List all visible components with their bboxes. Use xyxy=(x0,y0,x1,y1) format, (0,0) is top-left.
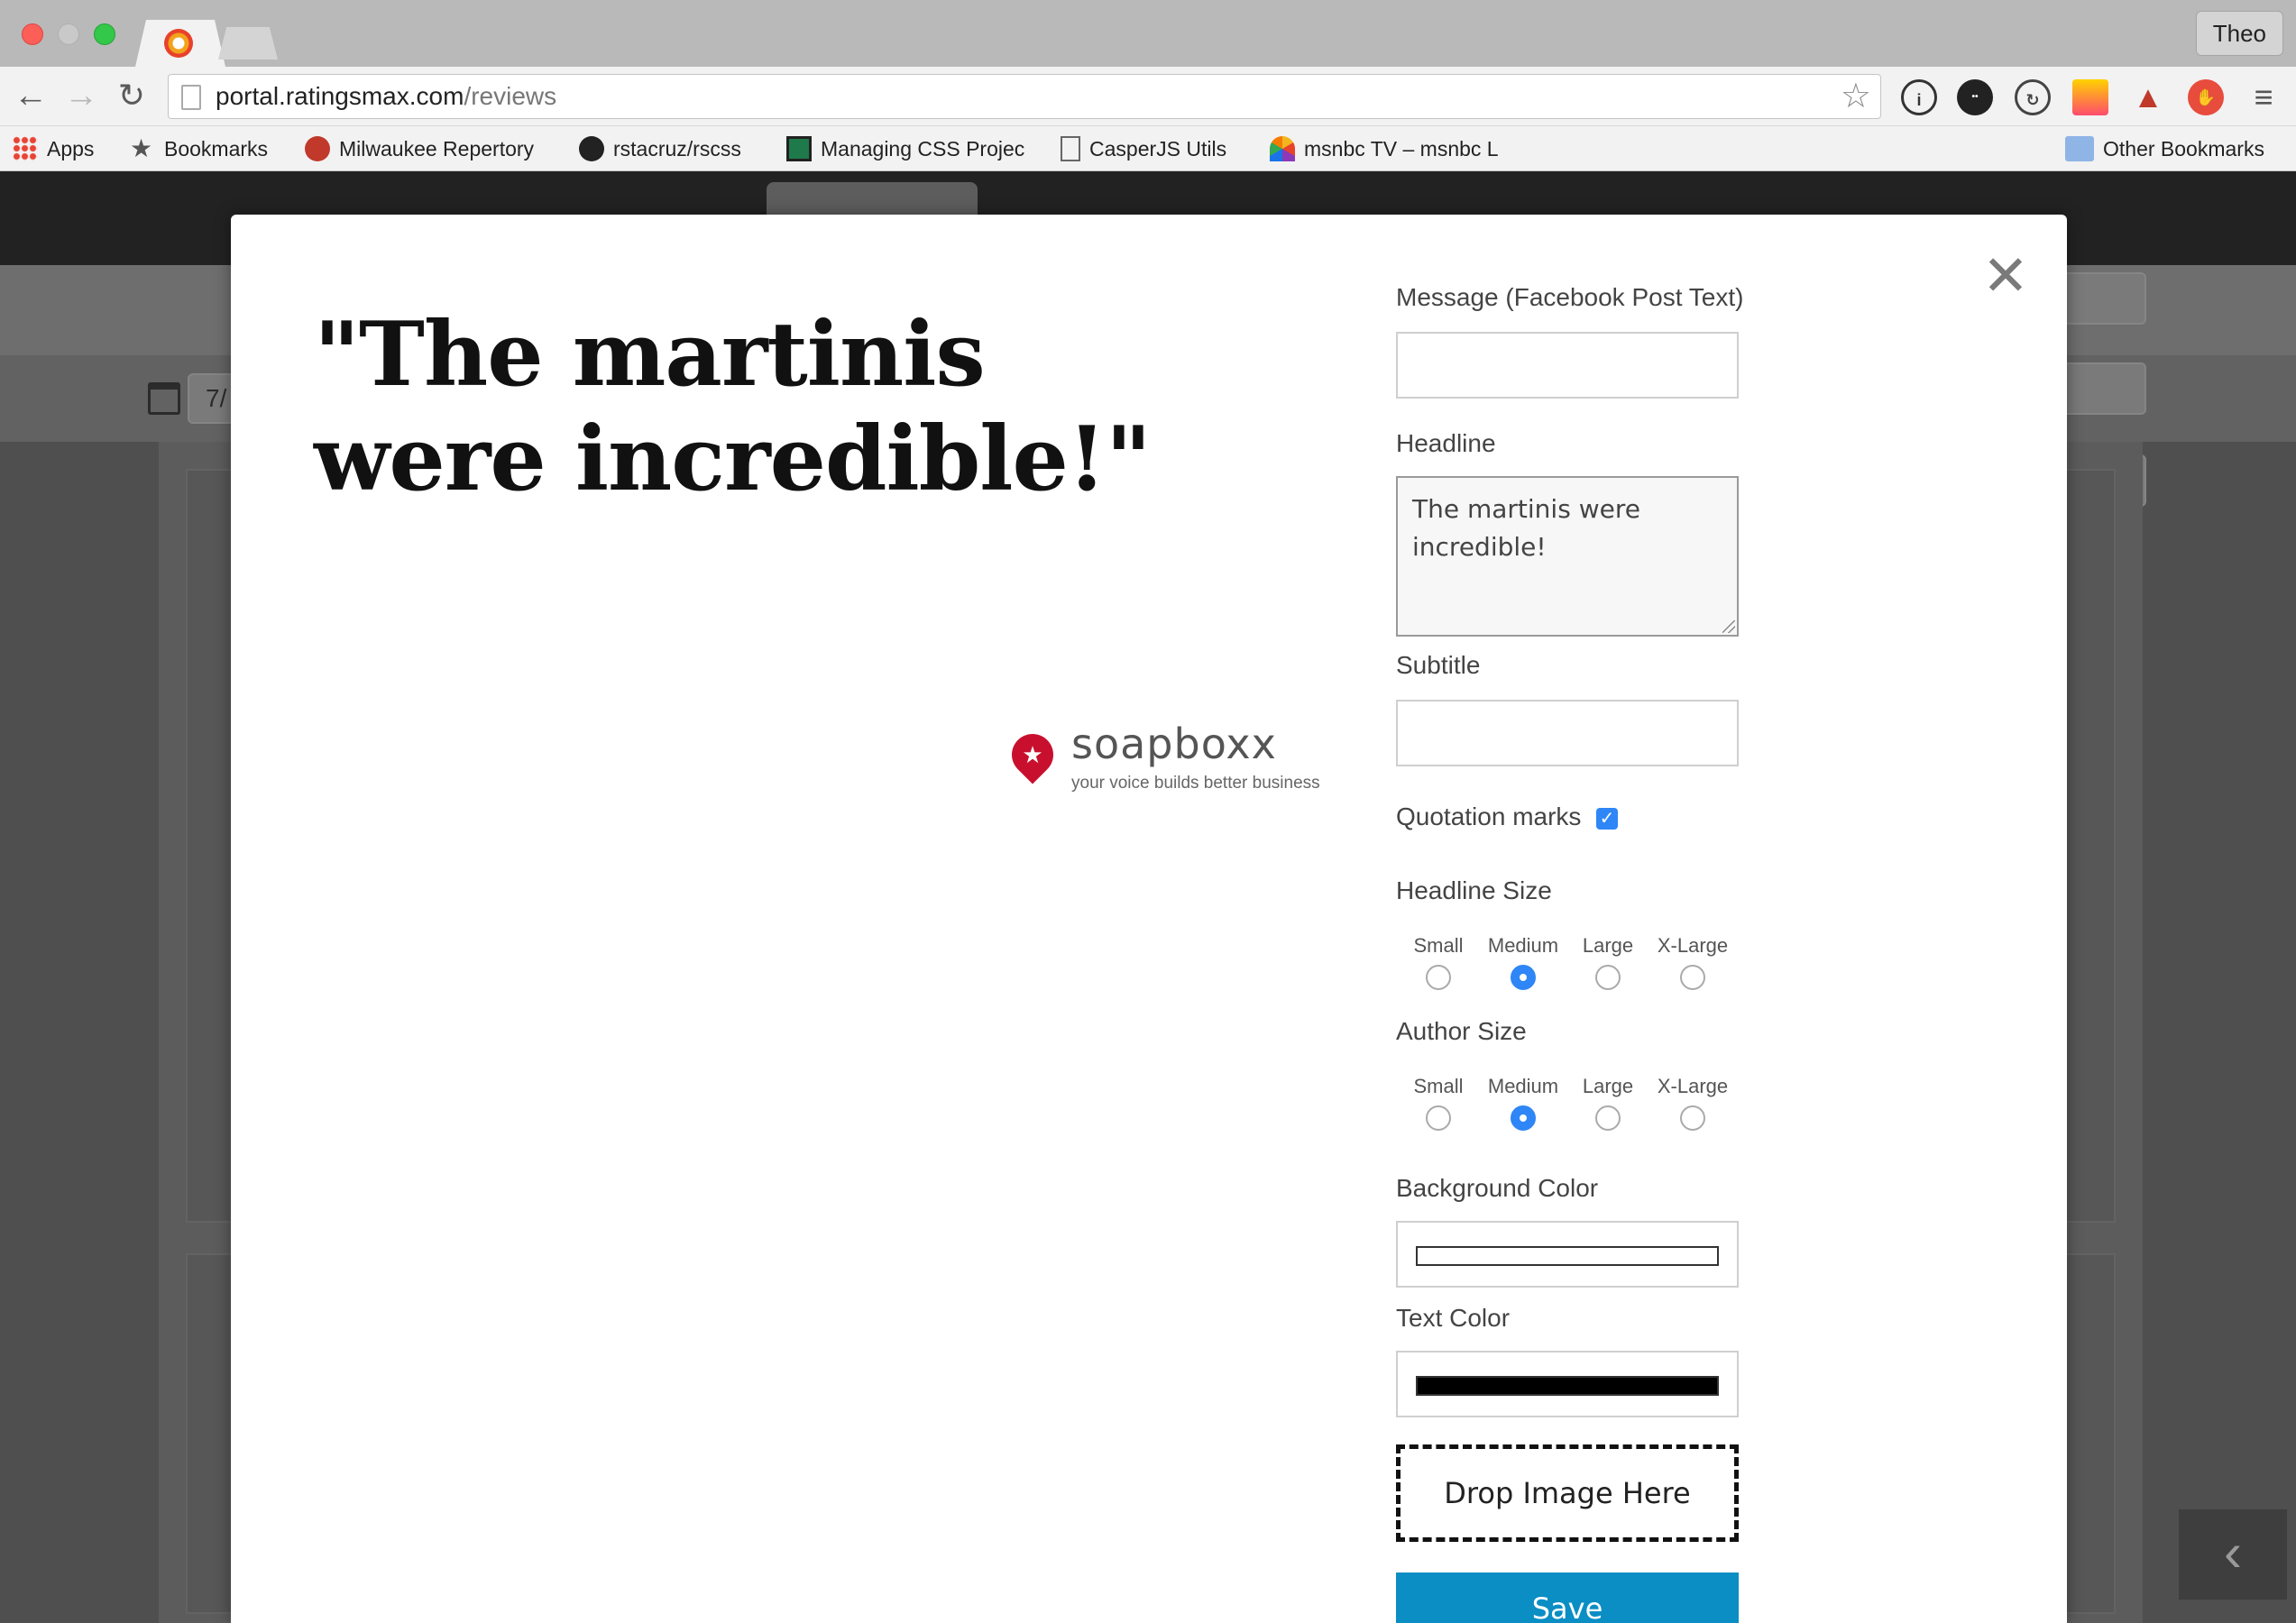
resize-grip-icon[interactable] xyxy=(1722,620,1735,633)
author-size-radio-group: Small Medium Large X-Large xyxy=(1396,1075,1757,1147)
star-icon: ★ xyxy=(130,133,153,162)
rep-logo-icon xyxy=(305,135,330,161)
subtitle-input[interactable] xyxy=(1396,700,1739,766)
bookmark-other[interactable]: Other Bookmarks xyxy=(2065,126,2282,171)
author-size-option-medium[interactable]: Medium xyxy=(1481,1075,1566,1131)
forward-arrow-icon[interactable]: → xyxy=(61,76,101,115)
headline-size-option-xlarge[interactable]: X-Large xyxy=(1650,934,1735,990)
back-arrow-icon[interactable]: ← xyxy=(11,76,51,115)
password-manager-icon[interactable]: i xyxy=(1901,79,1937,115)
tab-favicon-icon xyxy=(164,29,193,58)
apps-grid-icon xyxy=(13,135,38,161)
author-size-label: Author Size xyxy=(1396,1017,1527,1045)
soapboxx-logo: ★ soapboxx your voice builds better busi… xyxy=(1003,720,1391,813)
background-color-swatch xyxy=(1416,1246,1719,1266)
address-bar[interactable]: portal.ratingsmax.com/reviews ☆ xyxy=(168,74,1881,119)
slides-icon xyxy=(786,135,812,161)
extension-dark-icon[interactable]: •• xyxy=(1957,79,1993,115)
bookmark-casperjs[interactable]: CasperJS Utils xyxy=(1061,126,1250,171)
ghost-search-field xyxy=(2056,272,2146,325)
bookmark-managing-css[interactable]: Managing CSS Projec xyxy=(786,126,1033,171)
bookmark-milwaukee-rep[interactable]: Milwaukee Repertory xyxy=(305,126,550,171)
headline-size-option-medium[interactable]: Medium xyxy=(1481,934,1566,990)
message-input[interactable] xyxy=(1396,332,1739,399)
subtitle-label: Subtitle xyxy=(1396,651,1481,679)
radio-button[interactable] xyxy=(1680,1105,1705,1131)
headline-label: Headline xyxy=(1396,429,1496,457)
text-color-picker[interactable] xyxy=(1396,1351,1739,1417)
radio-button[interactable] xyxy=(1511,1105,1536,1131)
logo-tagline: your voice builds better business xyxy=(1071,774,1320,793)
author-size-option-large[interactable]: Large xyxy=(1566,1075,1650,1131)
address-url: portal.ratingsmax.com/reviews xyxy=(216,82,557,110)
author-size-option-xlarge[interactable]: X-Large xyxy=(1650,1075,1735,1131)
document-icon xyxy=(1061,135,1080,161)
window-close-button[interactable] xyxy=(22,23,43,45)
bookmark-msnbc[interactable]: msnbc TV – msnbc L xyxy=(1270,126,1520,171)
calendar-icon xyxy=(148,382,180,415)
headline-size-option-small[interactable]: Small xyxy=(1396,934,1481,990)
window-minimize-button[interactable] xyxy=(58,23,79,45)
window-zoom-button[interactable] xyxy=(94,23,115,45)
message-label: Message (Facebook Post Text) xyxy=(1396,283,1744,311)
profile-button[interactable]: Theo xyxy=(2195,11,2283,56)
ghost-date-field xyxy=(2056,362,2146,415)
browser-toolbar: ← → ↻ portal.ratingsmax.com/reviews ☆ i … xyxy=(0,67,2296,126)
radio-button[interactable] xyxy=(1426,965,1451,990)
logo-brand: soapboxx xyxy=(1071,720,1277,768)
new-tab-button[interactable] xyxy=(218,27,278,60)
bookmarks-bar: Apps ★ Bookmarks Milwaukee Repertory rsta… xyxy=(0,126,2296,171)
browser-titlebar: Theo xyxy=(0,0,2296,67)
folder-icon xyxy=(2065,135,2094,161)
background-color-picker[interactable] xyxy=(1396,1221,1739,1288)
bookmark-apps[interactable]: Apps xyxy=(13,126,112,171)
bookmark-star-icon[interactable]: ☆ xyxy=(1841,77,1871,116)
map-pin-icon: ★ xyxy=(1003,725,1062,784)
image-drop-zone[interactable]: Drop Image Here xyxy=(1396,1444,1739,1542)
headline-textarea[interactable]: The martinis were incredible! xyxy=(1396,476,1739,637)
sofa-icon[interactable]: ▲ xyxy=(2130,79,2166,115)
text-color-label: Text Color xyxy=(1396,1304,1511,1332)
github-icon xyxy=(579,135,604,161)
menu-icon[interactable]: ≡ xyxy=(2245,79,2282,115)
extension-colorful-icon[interactable] xyxy=(2072,79,2108,115)
radio-button[interactable] xyxy=(1511,965,1536,990)
radio-button[interactable] xyxy=(1680,965,1705,990)
peacock-icon xyxy=(1270,135,1295,161)
date-text: 7/ xyxy=(206,384,227,412)
collapse-chevron-button[interactable]: ‹ xyxy=(2179,1509,2287,1600)
quotation-checkbox[interactable]: ✓ xyxy=(1596,808,1618,830)
background-color-label: Background Color xyxy=(1396,1174,1599,1202)
headline-size-radio-group: Small Medium Large X-Large xyxy=(1396,934,1757,1006)
bookmark-rscss[interactable]: rstacruz/rscss xyxy=(579,126,768,171)
share-image-modal: ✕ "The martinis were incredible!" ★ soap… xyxy=(231,215,2067,1623)
save-button[interactable]: Save xyxy=(1396,1573,1739,1623)
headline-size-option-large[interactable]: Large xyxy=(1566,934,1650,990)
quotation-label: Quotation marks xyxy=(1396,802,1582,830)
radio-button[interactable] xyxy=(1595,1105,1621,1131)
radio-button[interactable] xyxy=(1426,1105,1451,1131)
text-color-swatch xyxy=(1416,1376,1719,1396)
headline-size-label: Headline Size xyxy=(1396,876,1552,904)
adblock-hand-icon[interactable]: ✋ xyxy=(2188,79,2224,115)
browser-tab-active[interactable] xyxy=(135,20,225,67)
close-icon[interactable]: ✕ xyxy=(1982,249,2029,305)
bookmark-bookmarks[interactable]: ★ Bookmarks xyxy=(130,126,283,171)
author-size-option-small[interactable]: Small xyxy=(1396,1075,1481,1131)
preview-headline: "The martinis were incredible!" xyxy=(314,303,1152,511)
page-icon xyxy=(181,85,201,110)
radio-button[interactable] xyxy=(1595,965,1621,990)
sync-icon[interactable]: ↻ xyxy=(2015,79,2051,115)
reload-icon[interactable]: ↻ xyxy=(112,76,152,115)
